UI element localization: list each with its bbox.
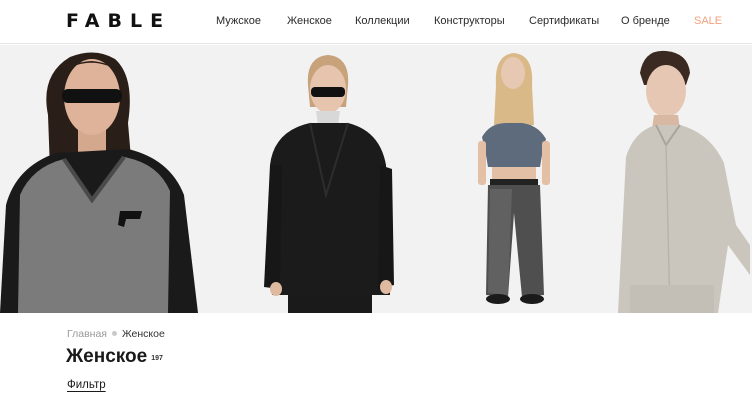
hero-banner[interactable] — [0, 45, 752, 313]
page-title: Женское — [66, 346, 148, 367]
hero-photo-jeans — [478, 53, 550, 304]
nav-item-certificates[interactable]: Сертификаты — [529, 14, 599, 28]
page-title-block: Женское 197 — [66, 345, 163, 369]
breadcrumb-current: Женское — [121, 328, 165, 340]
hero-photo-shirt — [618, 50, 750, 313]
nav-item-about[interactable]: О бренде — [621, 14, 670, 28]
nav-item-sale[interactable]: SALE — [694, 14, 722, 28]
nav-item-collections[interactable]: Коллекции — [355, 14, 410, 28]
hero-photo-vest — [0, 52, 198, 313]
nav-item-men[interactable]: Мужское — [216, 14, 261, 28]
hero-photo-blazer — [264, 55, 394, 313]
catalog-header: Главная Женское Женское 197 Фильтр — [0, 313, 752, 402]
nav-item-women[interactable]: Женское — [287, 14, 332, 28]
nav-item-constructors[interactable]: Конструкторы — [434, 14, 505, 28]
filter-button[interactable]: Фильтр — [67, 378, 106, 392]
product-count: 197 — [151, 355, 163, 362]
breadcrumb-home[interactable]: Главная — [67, 328, 107, 340]
breadcrumb: Главная Женское — [67, 328, 165, 341]
main-nav: Мужское Женское Коллекции Конструкторы С… — [0, 14, 752, 30]
site-header: FABLE Мужское Женское Коллекции Конструк… — [0, 0, 752, 44]
breadcrumb-separator — [111, 331, 117, 337]
